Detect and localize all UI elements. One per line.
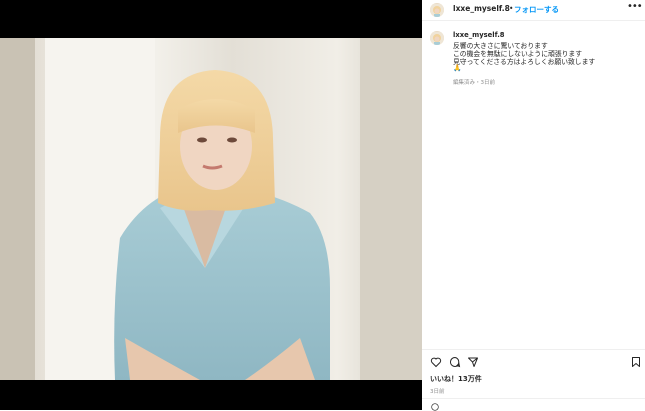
caption-line: 見守ってくださる方はよろしくお願い致します xyxy=(453,58,596,66)
more-options-icon[interactable]: ••• xyxy=(627,1,643,12)
heart-icon[interactable] xyxy=(430,356,442,368)
caption-meta: 編集済み・3日前 xyxy=(453,80,495,86)
bookmark-icon[interactable] xyxy=(630,356,642,368)
share-icon[interactable] xyxy=(467,356,479,368)
photo-image xyxy=(0,38,422,380)
username-link[interactable]: lxxe_myself.8 xyxy=(453,4,510,13)
comment-icon[interactable] xyxy=(449,356,461,368)
avatar[interactable] xyxy=(430,3,444,17)
post-header: lxxe_myself.8 • フォローする ••• xyxy=(422,0,645,21)
comment-bar[interactable] xyxy=(422,398,645,411)
caption-emoji: 🙏 xyxy=(453,64,462,72)
post-side-panel: lxxe_myself.8 • フォローする ••• lxxe_myself.8… xyxy=(422,0,645,411)
action-bar xyxy=(422,349,645,372)
avatar-image xyxy=(430,32,444,45)
post-date: 3日前 xyxy=(430,389,445,395)
post-media-panel xyxy=(0,0,422,410)
avatar-image xyxy=(430,4,444,17)
follow-button[interactable]: フォローする xyxy=(514,4,559,15)
caption-username[interactable]: lxxe_myself.8 xyxy=(453,31,505,39)
caption-avatar[interactable] xyxy=(430,31,444,45)
separator-dot: • xyxy=(509,4,514,13)
like-count[interactable]: いいね！13万件 xyxy=(430,374,482,384)
post-photo[interactable] xyxy=(0,38,422,380)
